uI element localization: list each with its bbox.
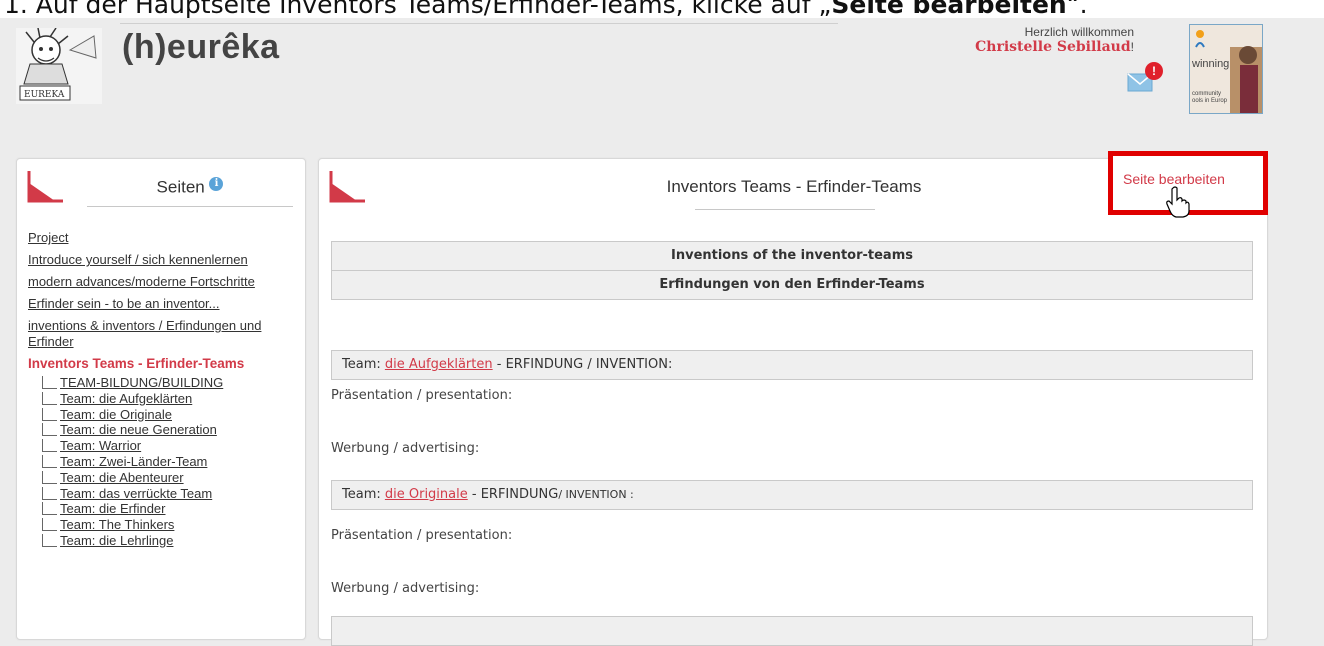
sidebar-title-underline xyxy=(87,206,293,207)
team-row-aufgeklaerten: Team: die Aufgeklärten - ERFINDUNG / INV… xyxy=(331,350,1253,380)
advertising-label-2: Werbung / advertising: xyxy=(331,581,480,596)
user-name[interactable]: Christelle Sebillaud xyxy=(975,39,1131,55)
sub-item-team-abenteurer[interactable]: Team: die Abenteurer xyxy=(32,470,298,485)
nav-item-inventions[interactable]: inventions & inventors / Erfindungen und… xyxy=(28,318,298,350)
svg-text:EUREKA: EUREKA xyxy=(24,90,65,100)
sidebar-title: Seiten i xyxy=(87,177,293,198)
main-content: Inventors Teams - Erfinder-Teams Seite b… xyxy=(318,151,1268,646)
team-suffix: - ERFINDUNG / INVENTION: xyxy=(492,357,673,372)
sub-item-team-warrior[interactable]: Team: Warrior xyxy=(32,439,298,453)
caption-text: 1. Auf der Hauptseite Inventors Teams/Er… xyxy=(4,0,832,18)
nav-item-project[interactable]: Project xyxy=(28,230,298,246)
team-suffix-small: / INVENTION : xyxy=(558,488,634,501)
sub-item-team-thinkers[interactable]: Team: The Thinkers xyxy=(32,518,298,532)
avatar[interactable]: winning community ools in Europ xyxy=(1189,24,1263,114)
avatar-text-1: winning xyxy=(1191,58,1229,70)
sub-item-team-verrueckte[interactable]: Team: das verrückte Team xyxy=(32,486,298,501)
notification-badge[interactable]: ! xyxy=(1145,62,1163,80)
team-prefix: Team: xyxy=(342,487,385,502)
sub-item-team-originale[interactable]: Team: die Originale xyxy=(32,407,298,422)
nav-item-to-be-inventor[interactable]: Erfinder sein - to be an inventor... xyxy=(28,296,298,312)
page-corner-icon xyxy=(27,171,63,203)
pages-sidebar: Seiten i Project Introduce yourself / si… xyxy=(16,158,306,640)
edit-page-link[interactable]: Seite bearbeiten xyxy=(1123,171,1225,187)
caption-end: “. xyxy=(1066,0,1088,18)
sub-item-team-erfinder[interactable]: Team: die Erfinder xyxy=(32,502,298,516)
team-link-originale[interactable]: die Originale xyxy=(385,487,468,502)
presentation-label-2: Präsentation / presentation: xyxy=(331,528,513,543)
caption-bold: Seite bearbeiten xyxy=(831,0,1067,18)
welcome-text: Herzlich willkommen xyxy=(1024,25,1134,39)
sub-pages-list: TEAM-BILDUNG/BUILDING Team: die Aufgeklä… xyxy=(32,376,298,548)
team-suffix: - ERFINDUNG xyxy=(467,487,559,502)
eureka-logo[interactable]: EUREKA xyxy=(16,28,102,104)
tutorial-caption: 1. Auf der Hauptseite Inventors Teams/Er… xyxy=(0,0,1324,18)
sub-item-team-zwei-laender[interactable]: Team: Zwei-Länder-Team xyxy=(32,454,298,469)
user-suffix: ! xyxy=(1130,40,1134,54)
page-corner-icon xyxy=(329,171,365,203)
nav-item-modern-advances[interactable]: modern advances/moderne Fortschritte xyxy=(28,274,298,290)
sub-item-team-building[interactable]: TEAM-BILDUNG/BUILDING xyxy=(32,376,298,390)
sub-item-team-lehrlinge[interactable]: Team: die Lehrlinge xyxy=(32,533,298,548)
info-icon[interactable]: i xyxy=(209,177,224,191)
sub-item-team-neue-generation[interactable]: Team: die neue Generation xyxy=(32,423,298,437)
sidebar-title-text: Seiten xyxy=(156,177,205,197)
presentation-label-1: Präsentation / presentation: xyxy=(331,388,513,403)
team-row-originale: Team: die Originale - ERFINDUNG/ INVENTI… xyxy=(331,480,1253,510)
page-title: Inventors Teams - Erfinder-Teams xyxy=(666,177,922,196)
table-header-erfindungen: Erfindungen von den Erfinder-Teams xyxy=(331,271,1253,300)
pages-nav: Project Introduce yourself / sich kennen… xyxy=(28,230,298,550)
page-title-underline xyxy=(695,209,875,210)
nav-item-inventors-teams-active[interactable]: Inventors Teams - Erfinder-Teams xyxy=(28,356,298,372)
avatar-text-3: ools in Europ xyxy=(1192,98,1228,104)
header-divider xyxy=(120,23,838,24)
site-title[interactable]: (h)eurêka xyxy=(122,28,280,67)
welcome-block: Herzlich willkommen Christelle Sebillaud… xyxy=(975,25,1134,55)
team-row-next xyxy=(331,616,1253,646)
hand-cursor-icon xyxy=(1166,186,1190,218)
team-link-aufgeklaerten[interactable]: die Aufgeklärten xyxy=(385,357,493,372)
sub-item-team-aufgeklaerten[interactable]: Team: die Aufgeklärten xyxy=(32,391,298,406)
inventions-table: Inventions of the inventor-teams Erfindu… xyxy=(331,241,1253,300)
team-prefix: Team: xyxy=(342,357,385,372)
avatar-image: winning community ools in Europ xyxy=(1190,25,1262,113)
table-header-inventions: Inventions of the inventor-teams xyxy=(331,241,1253,271)
avatar-text-2: community xyxy=(1192,91,1221,97)
advertising-label-1: Werbung / advertising: xyxy=(331,441,480,456)
nav-item-introduce[interactable]: Introduce yourself / sich kennenlernen xyxy=(28,252,298,268)
